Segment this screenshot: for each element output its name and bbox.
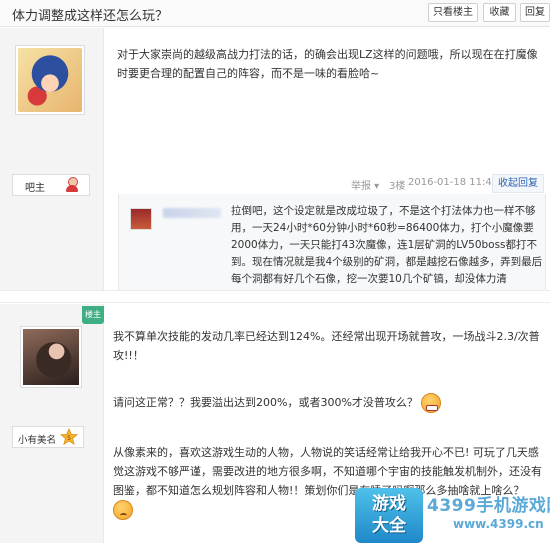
collapse-replies-button[interactable]: 收起回复	[492, 174, 544, 193]
post-paragraph: 我不算单次技能的发动几率已经达到124%。还经常出现开场就普攻，一场战斗2.3/…	[113, 330, 540, 362]
angry-emoji-icon	[421, 393, 442, 413]
post2-author-panel: 小有美名 5	[0, 304, 104, 543]
watermark-url: www.4399.cn	[453, 517, 544, 531]
avatar[interactable]	[15, 45, 85, 115]
avatar[interactable]	[20, 326, 82, 388]
avatar-image	[18, 48, 82, 112]
moderator-badge: 吧主	[12, 174, 90, 196]
post-divider	[0, 290, 550, 303]
level-number: 5	[67, 435, 71, 442]
watermark-site-name: 4399手机游戏网	[427, 496, 550, 516]
thread-title: 体力调整成这样还怎么玩？	[12, 9, 169, 24]
post-content: 对于大家崇尚的越级高战力打法的话，的确会出现LZ这样的问题哦，所以现在在打魔像时…	[117, 48, 538, 80]
floor-number: 3楼	[389, 181, 406, 192]
watermark-logo: 游戏 大全	[355, 488, 423, 543]
author-ribbon: 楼主	[82, 306, 104, 324]
avatar-image	[23, 329, 79, 385]
reply-button[interactable]: 回复	[520, 3, 550, 22]
favorite-button[interactable]: 收藏	[483, 3, 516, 22]
username[interactable]: 小有美名	[18, 432, 56, 446]
sub-reply-text: 拉倒吧，这个设定就是改成垃圾了，不是这个打法体力也一样不够用，一天24小时*60…	[231, 205, 543, 285]
sad-emoji-icon	[113, 500, 133, 520]
site-watermark: 游戏 大全 4399手机游戏网 www.4399.cn	[355, 488, 550, 543]
report-link[interactable]: 举报 ▾	[351, 177, 379, 192]
sub-reply-username-blurred[interactable]	[163, 208, 221, 218]
post1-author-panel: 吧主	[0, 28, 104, 290]
post-date: 2016-01-18 11:49	[408, 177, 499, 188]
post-paragraph: 请问这正常？？我要溢出达到200%，或者300%才没普攻么？	[113, 396, 418, 409]
sub-reply-avatar[interactable]	[130, 208, 152, 230]
thread-header: 体力调整成这样还怎么玩？ 只看楼主 收藏 回复	[0, 0, 550, 27]
user-badge: 小有美名 5	[12, 426, 84, 448]
level-star-icon: 5	[59, 427, 79, 446]
role-label: 吧主	[25, 183, 45, 194]
sub-reply: 拉倒吧，这个设定就是改成垃圾了，不是这个打法体力也一样不够用，一天24小时*60…	[118, 194, 546, 290]
only-author-button[interactable]: 只看楼主	[428, 3, 478, 22]
moderator-icon	[65, 177, 79, 193]
